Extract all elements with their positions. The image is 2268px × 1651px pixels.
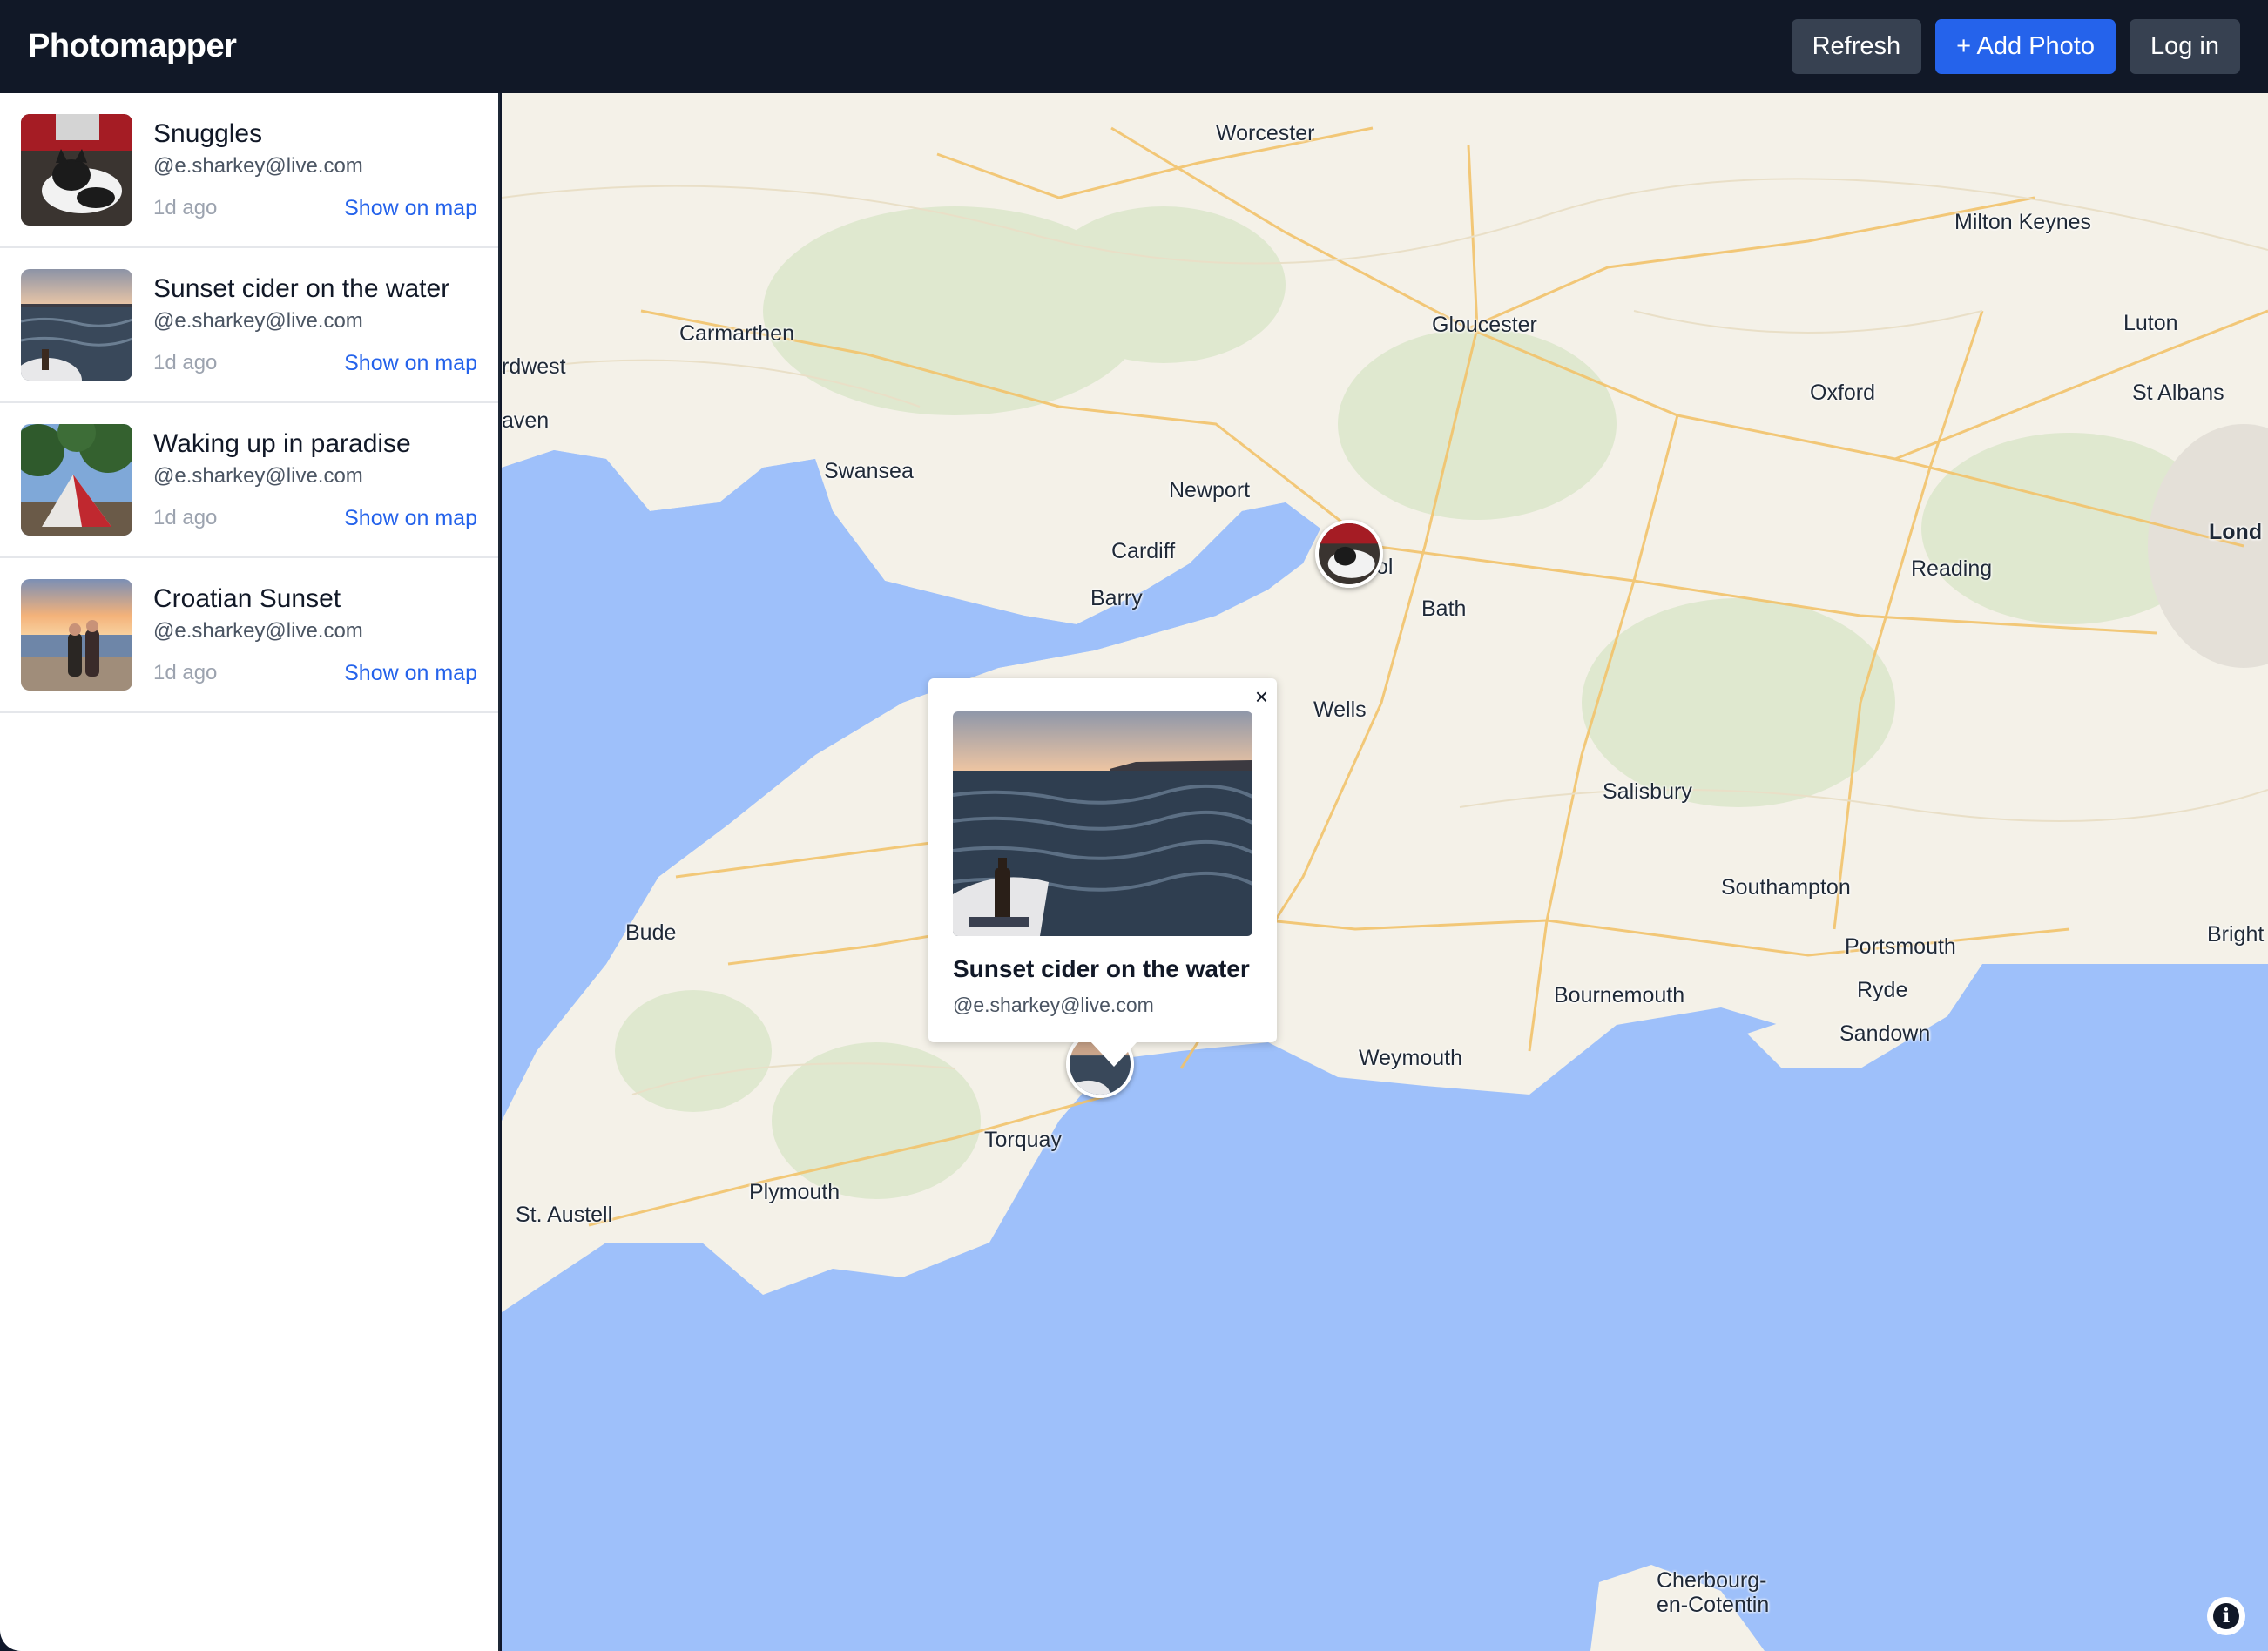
city-label: Southampton <box>1721 875 1851 900</box>
city-label: Reading <box>1911 556 1993 581</box>
city-label: Luton <box>2123 311 2178 335</box>
list-item[interactable]: Waking up in paradise @e.sharkey@live.co… <box>0 403 498 558</box>
city-label: Ryde <box>1857 978 1908 1002</box>
app-logo[interactable]: Photomapper <box>28 28 237 65</box>
photo-thumbnail[interactable] <box>21 269 132 381</box>
city-label: Wells <box>1313 697 1367 722</box>
popup-photo[interactable] <box>953 711 1252 936</box>
attribution-button[interactable]: i <box>2207 1597 2245 1635</box>
item-title: Sunset cider on the water <box>153 274 450 303</box>
photo-marker-snuggles[interactable] <box>1315 520 1383 588</box>
city-label: Oxford <box>1810 381 1876 405</box>
top-bar: Photomapper Refresh + Add Photo Log in <box>0 0 2268 93</box>
item-user: @e.sharkey@live.com <box>153 619 363 643</box>
show-on-map-link[interactable]: Show on map <box>344 196 477 221</box>
list-item[interactable]: Snuggles @e.sharkey@live.com 1d ago Show… <box>0 93 498 248</box>
city-label: Bright <box>2207 922 2265 947</box>
city-label: Lond <box>2209 520 2263 544</box>
photo-thumbnail[interactable] <box>21 579 132 691</box>
city-label: Worcester <box>1216 121 1315 145</box>
city-label: Sandown <box>1839 1021 1931 1046</box>
add-photo-button[interactable]: + Add Photo <box>1935 19 2116 74</box>
show-on-map-link[interactable]: Show on map <box>344 506 477 531</box>
city-label: Salisbury <box>1603 779 1692 804</box>
city-label: St. Austell <box>516 1203 613 1227</box>
popup-title: Sunset cider on the water <box>953 955 1250 982</box>
city-label: Barry <box>1090 586 1143 610</box>
popup-user: @e.sharkey@live.com <box>953 994 1154 1016</box>
popup-tip <box>1090 1041 1138 1067</box>
city-label: Milton Keynes <box>1954 210 2092 234</box>
photo-thumbnail[interactable] <box>21 114 132 226</box>
photo-list-sidebar: Snuggles @e.sharkey@live.com 1d ago Show… <box>0 93 500 1651</box>
item-user: @e.sharkey@live.com <box>153 154 363 178</box>
city-label: Torquay <box>984 1128 1062 1152</box>
item-title: Croatian Sunset <box>153 584 341 613</box>
city-label: Bournemouth <box>1554 983 1685 1007</box>
city-label: Cardiff <box>1111 539 1176 563</box>
city-label: Plymouth <box>749 1180 840 1204</box>
item-time: 1d ago <box>153 351 218 374</box>
city-label: Bath <box>1421 596 1467 621</box>
photo-thumbnail[interactable] <box>21 424 132 536</box>
item-time: 1d ago <box>153 196 218 219</box>
list-item[interactable]: Sunset cider on the water @e.sharkey@liv… <box>0 248 498 403</box>
city-label: Carmarthen <box>679 321 794 346</box>
close-icon[interactable]: × <box>1255 684 1268 711</box>
item-time: 1d ago <box>153 661 218 684</box>
city-label: St Albans <box>2132 381 2224 405</box>
item-title: Waking up in paradise <box>153 429 411 458</box>
login-button[interactable]: Log in <box>2129 19 2240 74</box>
map-canvas[interactable]: Worcester Milton Keynes Gloucester Luton… <box>502 93 2268 1651</box>
refresh-button[interactable]: Refresh <box>1791 19 1922 74</box>
photo-popup: × Sunset cider on the water @e.sharkey@l… <box>928 678 1277 1067</box>
city-label: Cherbourg- <box>1657 1568 1767 1593</box>
city-label: Swansea <box>824 459 914 483</box>
info-icon: i <box>2213 1603 2239 1629</box>
list-item[interactable]: Croatian Sunset @e.sharkey@live.com 1d a… <box>0 558 498 713</box>
city-label: rdwest <box>502 354 566 379</box>
city-label: Weymouth <box>1359 1046 1463 1070</box>
show-on-map-link[interactable]: Show on map <box>344 661 477 686</box>
item-user: @e.sharkey@live.com <box>153 464 363 488</box>
city-label: en-Cotentin <box>1657 1593 1770 1617</box>
city-label: Gloucester <box>1432 313 1537 337</box>
city-label: aven <box>502 408 550 433</box>
item-title: Snuggles <box>153 119 263 148</box>
city-label: Portsmouth <box>1845 934 1956 959</box>
city-label: Bude <box>625 920 677 945</box>
show-on-map-link[interactable]: Show on map <box>344 351 477 376</box>
header-actions: Refresh + Add Photo Log in <box>1791 19 2240 74</box>
item-user: @e.sharkey@live.com <box>153 309 363 333</box>
city-label: Newport <box>1169 478 1251 502</box>
item-time: 1d ago <box>153 506 218 529</box>
